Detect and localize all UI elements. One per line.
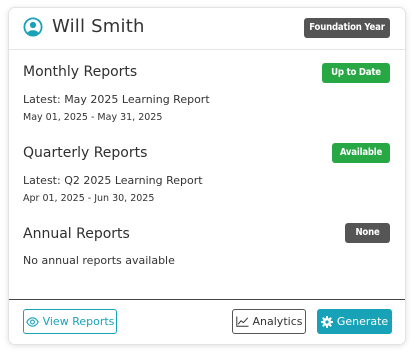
quarterly-date-range: Apr 01, 2025 - Jun 30, 2025: [23, 193, 155, 204]
monthly-reports-title: Monthly Reports: [23, 64, 138, 80]
view-reports-button[interactable]: View Reports: [23, 309, 117, 334]
quarterly-reports-title: Quarterly Reports: [23, 145, 148, 161]
monthly-date-range: May 01, 2025 - May 31, 2025: [23, 112, 163, 123]
quarterly-latest-report: Latest: Q2 2025 Learning Report: [23, 174, 203, 187]
line-chart-icon: [235, 316, 249, 327]
annual-status-badge: None: [345, 223, 390, 243]
monthly-status-badge: Up to Date: [322, 63, 390, 83]
card-footer: View Reports Analytics Generate: [9, 299, 405, 344]
monthly-latest-report: Latest: May 2025 Learning Report: [23, 93, 210, 106]
year-badge: Foundation Year: [304, 18, 390, 38]
student-report-card: Will Smith Foundation Year Monthly Repor…: [8, 7, 406, 345]
eye-icon: [25, 316, 39, 327]
quarterly-status-badge: Available: [332, 143, 390, 163]
card-header: Will Smith Foundation Year: [9, 8, 405, 50]
analytics-button[interactable]: Analytics: [232, 309, 306, 334]
analytics-label: Analytics: [252, 315, 303, 328]
annual-reports-title: Annual Reports: [23, 226, 130, 242]
generate-button[interactable]: Generate: [317, 309, 392, 334]
view-reports-label: View Reports: [42, 315, 115, 328]
user-circle-icon: [23, 17, 43, 37]
annual-empty-message: No annual reports available: [23, 254, 175, 267]
generate-label: Generate: [336, 315, 389, 328]
student-name: Will Smith: [52, 16, 145, 37]
gear-icon: [320, 315, 333, 328]
